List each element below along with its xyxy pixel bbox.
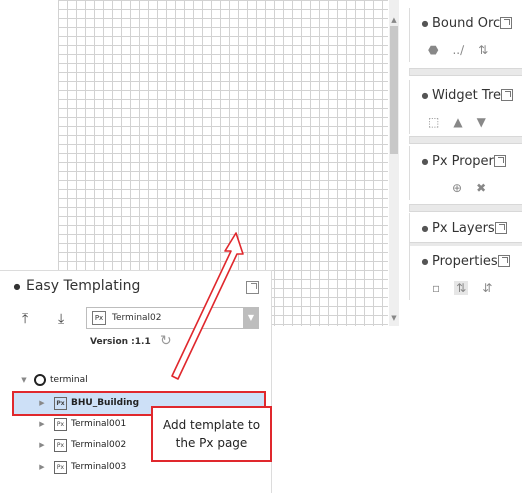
annotation-arrow [171, 232, 244, 380]
arrow-shape [171, 232, 244, 380]
